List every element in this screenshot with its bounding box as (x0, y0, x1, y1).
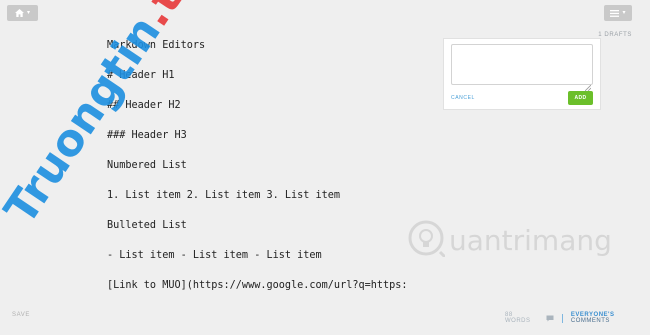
lightbulb-logo-icon (407, 219, 447, 262)
home-menu-button[interactable]: ▾ (7, 5, 38, 21)
home-icon (15, 4, 24, 22)
options-menu-button[interactable]: ▾ (604, 5, 632, 21)
footer-status-bar: 88 WORDS EVERYONE'S COMMENTS (505, 312, 650, 324)
editor-line: - List item - List item - List item (107, 250, 322, 261)
watermark-text: uantrimang (449, 224, 612, 257)
editor-line: Numbered List (107, 160, 187, 171)
draft-card: CANCEL ADD (443, 38, 601, 110)
comment-icon[interactable] (546, 315, 554, 322)
editor-line: Bulleted List (107, 220, 187, 231)
resize-handle-icon[interactable] (584, 78, 592, 92)
caret-down-icon: ▾ (622, 10, 626, 16)
list-icon (610, 4, 620, 22)
editor-line: ### Header H3 (107, 130, 187, 141)
everyones-comments-link[interactable]: EVERYONE'S COMMENTS (571, 312, 650, 324)
caret-down-icon: ▾ (26, 10, 30, 16)
cancel-button[interactable]: CANCEL (451, 95, 475, 101)
comments-label: COMMENTS (570, 318, 610, 324)
word-count: 88 WORDS (505, 312, 531, 324)
add-button[interactable]: ADD (568, 91, 593, 105)
draft-textarea[interactable] (451, 44, 593, 85)
editor-line: 1. List item 2. List item 3. List item (107, 190, 341, 201)
editor-line: [Link to MUO](https://www.google.com/url… (107, 280, 408, 291)
quantrimang-watermark: uantrimang (407, 219, 612, 262)
drafts-count-label: 1 DRAFTS (598, 32, 632, 38)
footer-divider (561, 313, 563, 323)
save-status: SAVE (12, 312, 30, 318)
